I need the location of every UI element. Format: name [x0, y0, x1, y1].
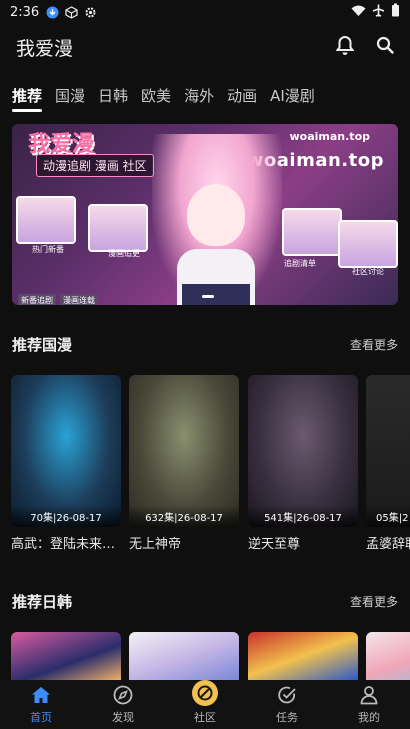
settings-icon: [83, 5, 97, 19]
anime-poster: [11, 632, 121, 680]
anime-title: 孟婆辞职: [366, 537, 410, 552]
banner-caption: 追剧清单: [284, 259, 316, 268]
nav-label: 发现: [112, 711, 134, 724]
bottom-nav: 首页 发现 社区 任务 我的: [0, 680, 410, 729]
nav-community[interactable]: 社区: [164, 680, 246, 729]
banner-caption: 漫画连载: [60, 294, 98, 305]
notification-bell-icon[interactable]: [335, 35, 355, 59]
anime-poster: 70集|26-08-17: [11, 375, 121, 527]
download-icon: [45, 5, 59, 19]
status-time: 2:36: [10, 4, 40, 20]
task-check-icon: [276, 684, 298, 706]
banner-pager-indicator: [202, 295, 214, 298]
status-bar: 2:36: [0, 0, 410, 24]
banner-caption: 漫画追更: [108, 249, 140, 258]
section-header-guoman: 推荐国漫 查看更多: [12, 334, 398, 355]
tab-ai-manju[interactable]: AI漫剧: [270, 86, 315, 112]
banner-caption: 社区讨论: [352, 267, 384, 276]
see-more-button[interactable]: 查看更多: [350, 593, 398, 610]
banner-character-skirt: [182, 284, 250, 305]
home-icon: [30, 684, 52, 706]
episode-badge: 05集|2: [366, 505, 410, 527]
episode-badge: 632集|26-08-17: [129, 505, 239, 527]
nav-label: 我的: [358, 711, 380, 724]
nav-tasks[interactable]: 任务: [246, 680, 328, 729]
nav-discover[interactable]: 发现: [82, 680, 164, 729]
tab-haiwai[interactable]: 海外: [184, 86, 214, 112]
banner-panel: [338, 220, 398, 268]
community-icon: [192, 680, 218, 706]
profile-icon: [358, 684, 380, 706]
battery-icon: [391, 3, 400, 21]
nav-profile[interactable]: 我的: [328, 680, 410, 729]
banner-panel: [88, 204, 148, 252]
anime-card[interactable]: [366, 632, 410, 680]
banner-panel: [282, 208, 342, 256]
compass-icon: [112, 684, 134, 706]
section-title: 推荐日韩: [12, 593, 73, 611]
section-title: 推荐国漫: [12, 336, 73, 354]
anime-poster: 541集|26-08-17: [248, 375, 358, 527]
tab-donghua[interactable]: 动画: [227, 86, 257, 112]
category-tabs: 推荐 国漫 日韩 欧美 海外 动画 AI漫剧: [12, 86, 315, 112]
anime-title: 无上神帝: [129, 537, 182, 552]
anime-card[interactable]: 632集|26-08-17 无上神帝: [129, 375, 239, 552]
nav-label: 社区: [194, 711, 216, 724]
anime-title: 逆天至尊: [248, 537, 301, 552]
anime-poster: [248, 632, 358, 680]
anime-card[interactable]: [248, 632, 358, 680]
nav-label: 任务: [276, 711, 298, 724]
tab-guoman[interactable]: 国漫: [55, 86, 85, 112]
see-more-button[interactable]: 查看更多: [350, 336, 398, 353]
episode-badge: 541集|26-08-17: [248, 505, 358, 527]
banner-caption: 热门新番: [32, 245, 64, 254]
nav-home[interactable]: 首页: [0, 680, 82, 729]
anime-poster: [129, 632, 239, 680]
anime-poster: [366, 632, 410, 680]
app-bar: 我爱漫: [0, 30, 410, 64]
anime-poster: 632集|26-08-17: [129, 375, 239, 527]
episode-badge: 70集|26-08-17: [11, 505, 121, 527]
banner-caption: 新番追剧: [18, 294, 56, 305]
wifi-icon: [351, 4, 366, 21]
banner-character-face: [187, 184, 245, 246]
tab-rihan[interactable]: 日韩: [98, 86, 128, 112]
anime-card[interactable]: 05集|2 孟婆辞职: [366, 375, 410, 552]
anime-card[interactable]: [129, 632, 239, 680]
section-header-rihan: 推荐日韩 查看更多: [12, 591, 398, 612]
app-title: 我爱漫: [16, 37, 74, 60]
search-icon[interactable]: [376, 36, 394, 58]
tab-recommend[interactable]: 推荐: [12, 86, 43, 112]
airplane-icon: [372, 4, 385, 21]
cube-icon: [64, 5, 78, 19]
nav-label: 首页: [30, 711, 52, 724]
tab-oumei[interactable]: 欧美: [141, 86, 171, 112]
anime-card[interactable]: 70集|26-08-17 高武：登陆未来一…: [11, 375, 121, 552]
banner-panel: [16, 196, 76, 244]
banner-site-small: woaiman.top: [289, 130, 371, 143]
anime-title: 高武：登陆未来一…: [11, 537, 121, 552]
promo-banner[interactable]: 我爱漫 动漫追剧 漫画 社区 woaiman.top woaiman.top 热…: [12, 124, 398, 305]
anime-card[interactable]: 541集|26-08-17 逆天至尊: [248, 375, 358, 552]
banner-tagline: 动漫追剧 漫画 社区: [36, 154, 154, 177]
anime-card[interactable]: [11, 632, 121, 680]
anime-poster: 05集|2: [366, 375, 410, 527]
